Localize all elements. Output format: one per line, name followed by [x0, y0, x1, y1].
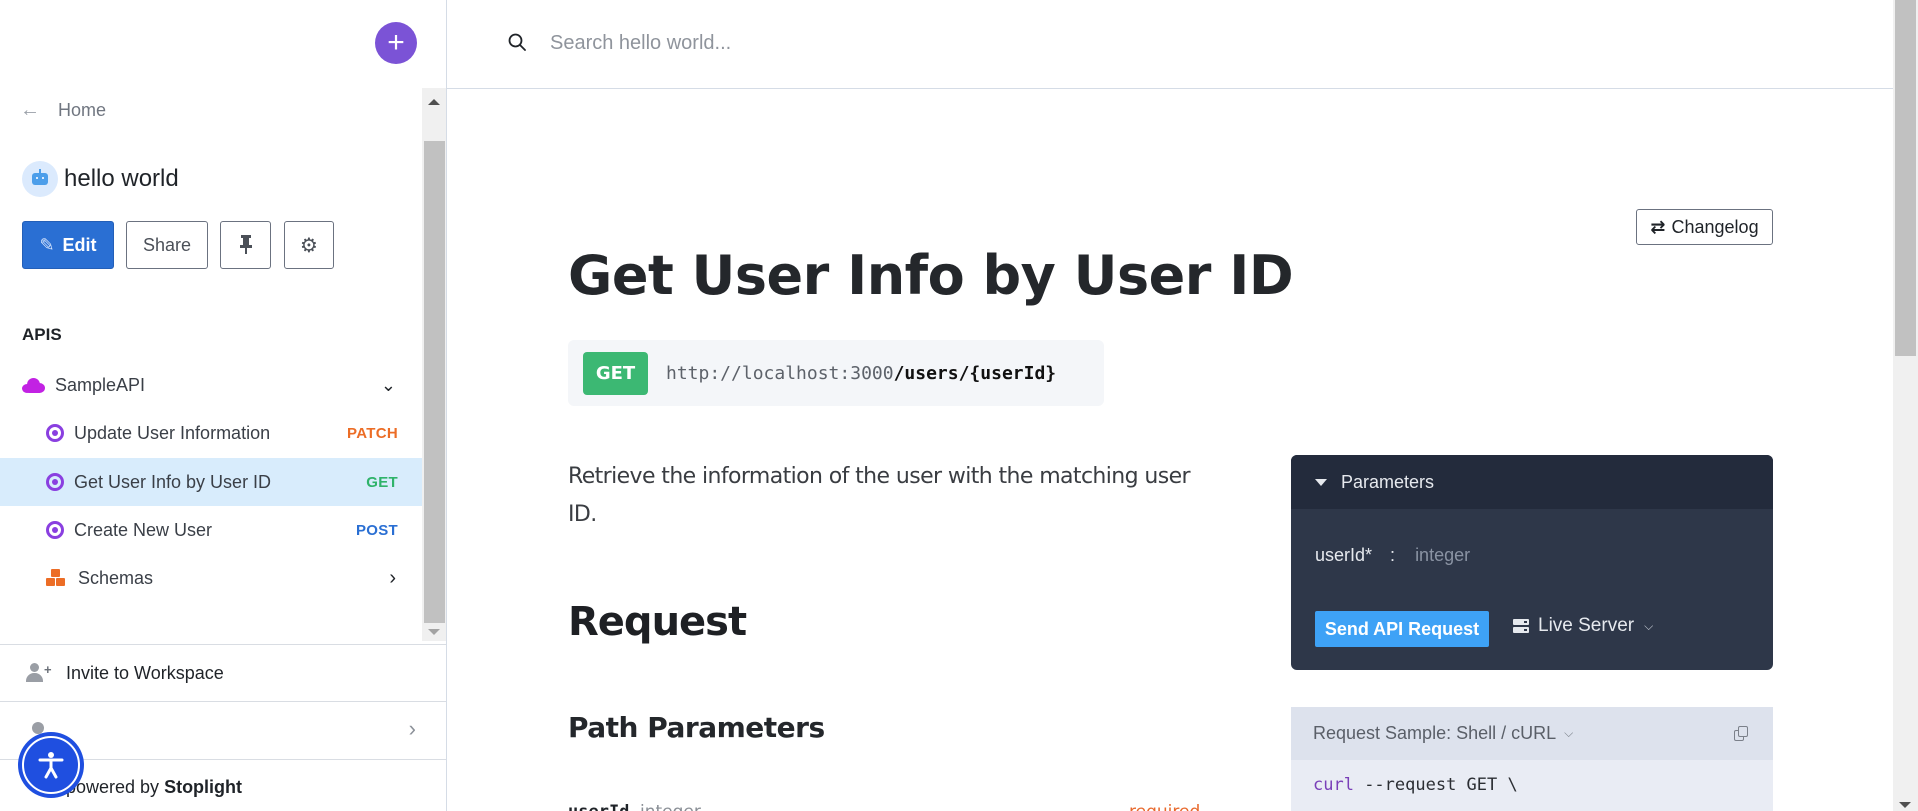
project-avatar: [22, 161, 58, 197]
user-plus-icon: +: [26, 663, 52, 683]
sidebar-item-update-user-information[interactable]: Update User Information PATCH: [0, 409, 422, 457]
pencil-ruler-icon: ✎: [39, 234, 55, 255]
share-label: Share: [142, 234, 192, 255]
powered-by-prefix: powered by: [66, 777, 165, 797]
endpoint-target-icon: [46, 424, 64, 442]
param-field-label: userId*: [1315, 545, 1373, 565]
endpoint-url: http://localhost:3000/users/{userId}: [666, 363, 1056, 384]
request-sample-title: Request Sample: Shell / cURL: [1313, 723, 1557, 743]
page-title: Get User Info by User ID: [568, 244, 1294, 307]
method-badge-post: POST: [355, 521, 398, 539]
scroll-down-arrow-icon[interactable]: [1899, 802, 1911, 808]
chevron-down-icon: ⌄: [380, 374, 396, 395]
powered-by-link[interactable]: powered by Stoplight: [66, 777, 242, 798]
server-select[interactable]: Live Server ⌵: [1513, 615, 1653, 637]
endpoint-target-icon: [46, 473, 64, 491]
sidebar-item-label: SampleAPI: [55, 374, 146, 395]
url-path: /users/{userId}: [893, 362, 1057, 384]
scroll-down-arrow-icon[interactable]: [428, 629, 440, 635]
home-link[interactable]: ← Home: [20, 99, 106, 122]
swap-arrows-icon: ⇄: [1650, 216, 1666, 237]
chevron-right-icon: ›: [389, 566, 396, 589]
path-param-type: integer: [640, 802, 701, 811]
endpoint-target-icon: [46, 521, 64, 539]
param-field-userid: userId* :: [1315, 545, 1696, 566]
main-scrollbar[interactable]: [1893, 0, 1918, 811]
chevron-right-icon: ›: [408, 716, 416, 741]
top-header: [447, 0, 1893, 89]
robot-icon: [32, 169, 48, 185]
sidebar-item-schemas[interactable]: Schemas ›: [0, 554, 422, 602]
sidebar-scrollbar-thumb[interactable]: [424, 141, 445, 623]
sidebar-item-label: Create New User: [74, 519, 213, 540]
changelog-label: Changelog: [1671, 216, 1759, 237]
cloud-icon: [22, 377, 45, 393]
sidebar-item-create-new-user[interactable]: Create New User POST: [0, 506, 422, 554]
server-icon: [1513, 619, 1529, 633]
method-badge-get: GET: [366, 473, 398, 491]
url-base: http://localhost:3000: [666, 362, 894, 384]
edit-label: Edit: [62, 234, 97, 255]
code-keyword: curl: [1313, 775, 1354, 795]
home-label: Home: [58, 100, 107, 120]
powered-by-brand: Stoplight: [164, 777, 243, 797]
send-api-request-button[interactable]: Send API Request: [1315, 611, 1489, 647]
share-button[interactable]: Share: [126, 221, 208, 269]
endpoint-url-box: GET http://localhost:3000/users/{userId}: [568, 340, 1104, 406]
param-field-separator: :: [1390, 545, 1396, 565]
request-sample-header: Request Sample: Shell / cURL ⌵: [1291, 707, 1773, 760]
parameters-panel-toggle[interactable]: Parameters: [1291, 455, 1773, 509]
parameters-panel-title: Parameters: [1341, 471, 1435, 492]
request-sample-panel: Request Sample: Shell / cURL ⌵ curl --re…: [1291, 707, 1773, 811]
caret-down-icon: [1315, 478, 1327, 486]
request-heading: Request: [568, 599, 747, 645]
scroll-up-arrow-icon[interactable]: [428, 99, 440, 105]
code-text: --request GET \: [1353, 775, 1518, 795]
invite-to-workspace-button[interactable]: + Invite to Workspace: [26, 658, 224, 688]
sidebar-item-sampleapi[interactable]: SampleAPI ⌄: [0, 361, 422, 409]
chevron-down-icon: ⌵: [1564, 726, 1574, 740]
http-method-badge: GET: [583, 351, 648, 395]
sidebar-scrollbar[interactable]: [422, 88, 446, 641]
plus-icon: +: [387, 26, 405, 59]
userid-input[interactable]: [1415, 545, 1696, 566]
endpoint-description: Retrieve the information of the user wit…: [568, 464, 1191, 527]
sidebar-item-get-user-info[interactable]: Get User Info by User ID GET: [0, 458, 422, 506]
gear-icon: ⚙: [300, 234, 318, 257]
accessibility-button[interactable]: [18, 732, 84, 798]
settings-button[interactable]: ⚙: [284, 221, 334, 269]
try-it-parameters-panel: Parameters userId* : Send API Request Li…: [1291, 455, 1773, 670]
accessibility-person-icon: [38, 752, 64, 779]
path-parameters-heading: Path Parameters: [568, 711, 825, 744]
pin-icon: [239, 235, 252, 255]
add-button[interactable]: +: [375, 22, 417, 64]
sidebar-item-label: Get User Info by User ID: [74, 471, 272, 492]
project-name: hello world: [64, 165, 179, 192]
sidebar-item-label: Update User Information: [74, 422, 271, 443]
request-sample-code: curl --request GET \: [1291, 760, 1773, 810]
request-sample-language-select[interactable]: Request Sample: Shell / cURL ⌵: [1313, 723, 1573, 744]
edit-button[interactable]: ✎ Edit: [22, 221, 114, 269]
main-content: ⇄ Changelog Get User Info by User ID GET…: [447, 89, 1893, 811]
pin-button[interactable]: [220, 221, 271, 269]
copy-icon[interactable]: [1734, 725, 1749, 742]
sidebar: + ← Home hello world ✎ Edit Share ⚙ APIS…: [0, 0, 447, 811]
path-param-required: required: [1129, 802, 1200, 811]
path-param-name: userId: [568, 802, 629, 811]
search-input[interactable]: [550, 26, 1250, 60]
project-header: hello world: [22, 161, 179, 197]
search-icon: [508, 33, 526, 51]
arrow-left-icon: ←: [20, 99, 40, 121]
invite-label: Invite to Workspace: [66, 662, 224, 683]
chevron-down-icon: ⌵: [1644, 618, 1654, 633]
sidebar-item-label: Schemas: [78, 567, 154, 588]
main-scrollbar-thumb[interactable]: [1895, 0, 1916, 356]
cubes-icon: [46, 569, 66, 587]
server-select-value: Live Server: [1538, 615, 1635, 636]
section-label-apis: APIS: [22, 325, 62, 344]
changelog-button[interactable]: ⇄ Changelog: [1636, 209, 1773, 245]
divider: [0, 644, 446, 645]
method-badge-patch: PATCH: [347, 424, 398, 442]
